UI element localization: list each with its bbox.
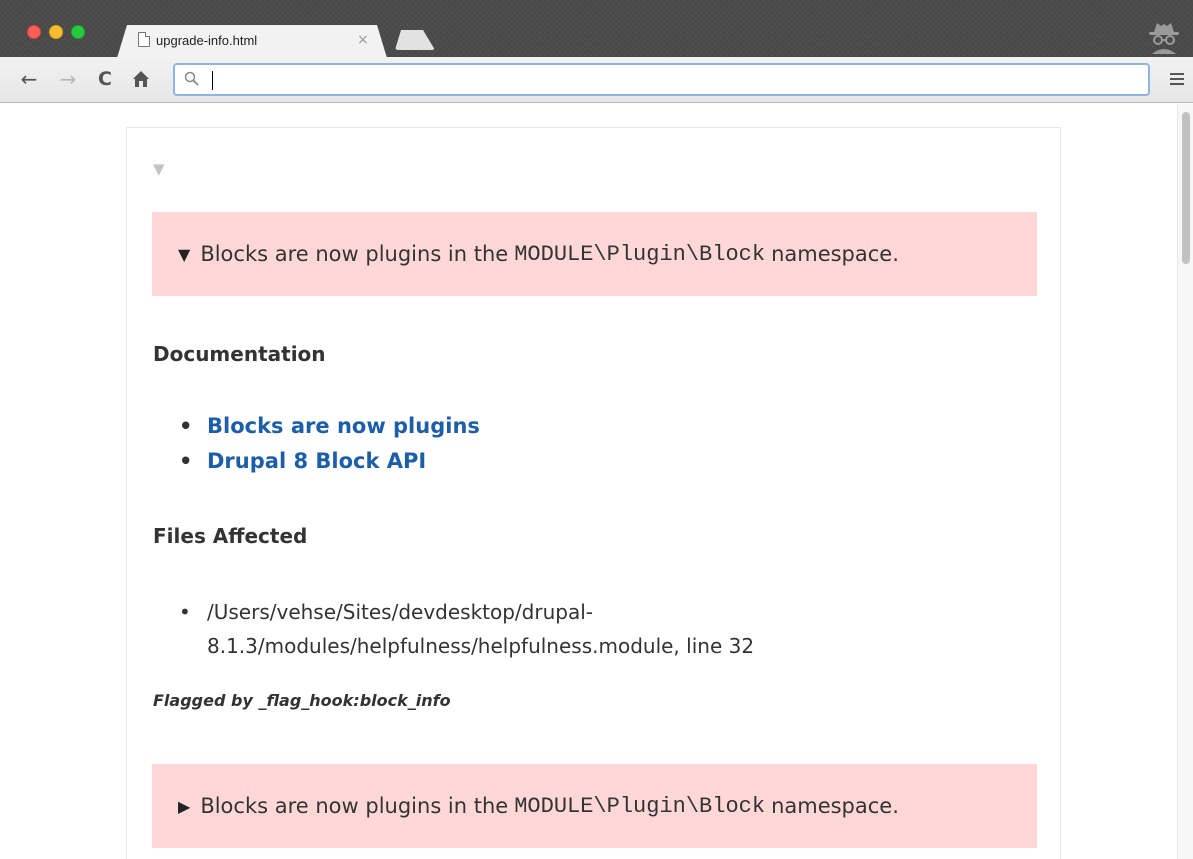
notice-summary-collapsed[interactable]: ▶ Blocks are now plugins in the MODULE\P… [152,764,1037,848]
notice-text-after: namespace. [771,794,899,818]
expanded-arrow-icon: ▼ [178,244,191,264]
scrollbar-thumb[interactable] [1182,112,1190,264]
document-icon [138,32,150,47]
search-icon [184,71,199,86]
minimize-window-button[interactable] [49,25,63,39]
new-tab-button[interactable] [395,30,435,50]
reload-icon[interactable]: C [94,67,116,91]
forward-arrow-icon[interactable]: → [57,67,79,91]
browser-tab-active[interactable]: upgrade-info.html × [117,25,387,58]
browser-titlebar: upgrade-info.html × [0,0,1193,57]
tab-close-icon[interactable]: × [357,32,369,48]
notice-summary-expanded[interactable]: ▼ Blocks are now plugins in the MODULE\P… [152,212,1037,296]
list-item: Blocks are now plugins [153,414,480,449]
incognito-icon [1149,23,1179,54]
doc-link-block-api[interactable]: Drupal 8 Block API [207,449,426,473]
flagged-by-note: Flagged by _flag_hook:block_info [153,691,451,710]
list-item: Drupal 8 Block API [153,449,480,484]
collapsed-arrow-icon: ▶ [178,796,191,816]
home-icon[interactable] [130,67,152,91]
address-bar[interactable] [173,63,1150,96]
files-affected-heading: Files Affected [153,524,308,548]
notice-text-before: Blocks are now plugins in the [200,794,509,818]
documentation-heading: Documentation [153,342,326,366]
page-scrollbar[interactable] [1177,104,1193,859]
tab-title: upgrade-info.html [156,33,258,48]
menu-icon[interactable] [1167,70,1187,90]
collapse-toggle-icon[interactable]: ▼ [153,160,165,178]
files-affected-list: /Users/vehse/Sites/devdesktop/drupal-8.1… [153,595,953,663]
close-window-button[interactable] [27,25,41,39]
notice-namespace-code: MODULE\Plugin\Block [514,241,766,267]
page-viewport: ▼ ▼ Blocks are now plugins in the MODULE… [0,104,1193,859]
notice-text-after: namespace. [771,242,899,266]
doc-link-blocks-plugins[interactable]: Blocks are now plugins [207,414,480,438]
zoom-window-button[interactable] [71,25,85,39]
upgrade-info-card: ▼ ▼ Blocks are now plugins in the MODULE… [126,127,1061,859]
back-arrow-icon[interactable]: ← [18,67,40,91]
browser-toolbar: ← → C [0,57,1193,103]
file-path-item: /Users/vehse/Sites/devdesktop/drupal-8.1… [153,595,953,663]
notice-text-before: Blocks are now plugins in the [200,242,509,266]
address-input[interactable] [205,68,1135,92]
documentation-list: Blocks are now plugins Drupal 8 Block AP… [153,414,480,484]
notice-namespace-code: MODULE\Plugin\Block [514,793,766,819]
